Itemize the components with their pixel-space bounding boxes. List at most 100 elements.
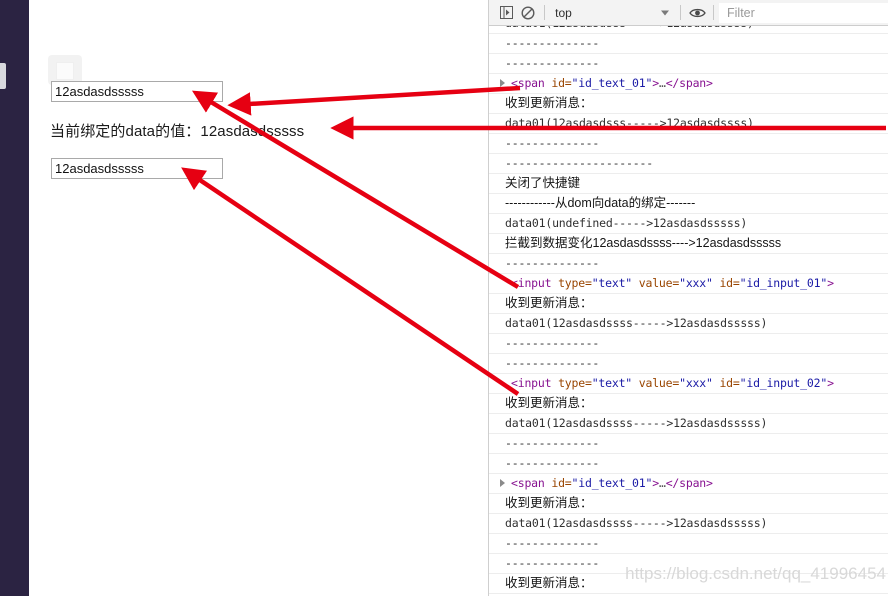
console-row-text: --------------	[505, 36, 600, 50]
execution-context-select[interactable]: top	[550, 3, 675, 23]
expand-triangle-icon[interactable]	[500, 479, 505, 487]
console-row-text: 收到更新消息：	[505, 396, 593, 410]
console-row-text: --------------	[505, 256, 600, 270]
console-row[interactable]: data01(12asdasdsss----->12asdasdssss)	[489, 26, 888, 34]
console-row[interactable]: --------------	[489, 354, 888, 374]
console-row-text: ----------------------	[505, 156, 653, 170]
console-row[interactable]: data01(12asdasdssss----->12asdasdsssss)	[489, 514, 888, 534]
dom-attr-value: "text"	[591, 276, 633, 290]
console-row[interactable]: --------------	[489, 554, 888, 574]
browser-left-rail	[0, 0, 29, 596]
dom-attr-value: "id_input_01"	[739, 276, 828, 290]
console-row[interactable]: ------------从dom向data的绑定-------	[489, 194, 888, 214]
dom-attr-value: "text"	[591, 376, 633, 390]
dom-attr-value: "id_text_01"	[571, 76, 653, 90]
console-row[interactable]: --------------	[489, 54, 888, 74]
console-row[interactable]: <span id="id_text_01">…</span>	[489, 74, 888, 94]
console-row[interactable]: 收到更新消息：	[489, 294, 888, 314]
toolbar-separator-2	[680, 5, 681, 20]
dom-attr-name: id=	[712, 376, 740, 390]
console-row[interactable]: --------------	[489, 334, 888, 354]
console-row-text: data01(12asdasdsss----->12asdasdssss)	[505, 26, 754, 30]
console-row-text: 收到更新消息：	[505, 576, 593, 590]
console-row-text: --------------	[505, 456, 600, 470]
console-row[interactable]: 收到更新消息：	[489, 394, 888, 414]
dom-attr-name: value=	[632, 276, 680, 290]
bound-input-top[interactable]	[51, 81, 223, 102]
dom-attr-value: "id_input_02"	[739, 376, 828, 390]
console-sidebar-icon[interactable]	[495, 1, 517, 25]
dom-tag-name: <input	[511, 376, 552, 390]
console-row[interactable]: data01(undefined----->12asdasdsssss)	[489, 214, 888, 234]
console-row-text: 收到更新消息：	[505, 96, 593, 110]
dom-collapsed-ellipsis: …	[658, 476, 666, 490]
console-row[interactable]: data01(12asdasdssss----->12asdasdsssss)	[489, 314, 888, 334]
console-row-text: data01(12asdasdssss----->12asdasdsssss)	[505, 516, 768, 530]
dom-attr-name: type=	[551, 276, 592, 290]
dom-attr-value: "xxx"	[679, 276, 713, 290]
dom-tag-end: </span>	[665, 476, 713, 490]
console-row[interactable]: --------------	[489, 434, 888, 454]
toolbar-separator-1	[544, 5, 546, 20]
dom-tag-end: </span>	[665, 76, 713, 90]
dom-attr-name: value=	[632, 376, 680, 390]
console-row[interactable]: --------------	[489, 454, 888, 474]
dom-tag-close-bracket: >	[652, 76, 659, 90]
console-row-text: 关闭了快捷键	[505, 176, 581, 190]
chevron-down-icon	[661, 10, 670, 15]
console-row-text: --------------	[505, 56, 600, 70]
dom-collapsed-ellipsis: …	[658, 76, 666, 90]
dom-tag-name: <input	[511, 276, 552, 290]
console-row-text: data01(12asdasdsss----->12asdasdssss)	[505, 116, 754, 130]
dom-tag-close-bracket: >	[827, 376, 834, 390]
console-row-text: ------------从dom向data的绑定-------	[505, 196, 696, 210]
dom-attr-name: id=	[544, 476, 572, 490]
console-row[interactable]: 收到更新消息：	[489, 574, 888, 594]
dom-tag-name: <span	[511, 476, 545, 490]
console-row[interactable]: 拦截到数据变化12asdasdssss---->12asdasdsssss	[489, 234, 888, 254]
execution-context-label: top	[555, 5, 572, 20]
clear-console-icon[interactable]	[517, 1, 539, 25]
console-row-text: --------------	[505, 336, 600, 350]
console-row[interactable]: --------------	[489, 534, 888, 554]
console-row-text: --------------	[505, 536, 600, 550]
console-row-text: --------------	[505, 556, 600, 570]
console-message-list[interactable]: data01(12asdasdsss----->12asdasdssss) ---…	[489, 26, 888, 596]
live-expression-eye-icon[interactable]	[686, 1, 708, 25]
dom-tag-name: <span	[511, 76, 545, 90]
console-row[interactable]: <input type="text" value="xxx" id="id_in…	[489, 374, 888, 394]
console-row[interactable]: data01(12asdasdssss----->12asdasdsssss)	[489, 414, 888, 434]
rail-tab-handle[interactable]	[0, 63, 6, 89]
console-row-text: --------------	[505, 136, 600, 150]
expand-triangle-icon[interactable]	[500, 79, 505, 87]
dom-tag-close-bracket: >	[827, 276, 834, 290]
console-row-text: --------------	[505, 436, 600, 450]
dom-attr-name: type=	[551, 376, 592, 390]
console-row-text: data01(12asdasdssss----->12asdasdsssss)	[505, 416, 768, 430]
console-row[interactable]: <input type="text" value="xxx" id="id_in…	[489, 274, 888, 294]
console-filter-input[interactable]	[719, 2, 888, 23]
console-row[interactable]: ----------------------	[489, 154, 888, 174]
console-row-text: --------------	[505, 356, 600, 370]
web-page-content: 当前绑定的data的值：12asdasdsssss	[29, 0, 488, 596]
console-row[interactable]: --------------	[489, 254, 888, 274]
dom-attr-name: id=	[712, 276, 740, 290]
console-row[interactable]: data01(12asdasdsss----->12asdasdssss)	[489, 114, 888, 134]
dom-attr-name: id=	[544, 76, 572, 90]
bound-input-bottom[interactable]	[51, 158, 223, 179]
console-row[interactable]: 收到更新消息：	[489, 494, 888, 514]
console-row[interactable]: --------------	[489, 134, 888, 154]
console-row[interactable]: --------------	[489, 34, 888, 54]
console-toolbar: top	[489, 0, 888, 26]
console-row-text: 收到更新消息：	[505, 296, 593, 310]
dom-attr-value: "xxx"	[679, 376, 713, 390]
console-row-text: data01(undefined----->12asdasdsssss)	[505, 216, 748, 230]
dom-attr-value: "id_text_01"	[571, 476, 653, 490]
console-row[interactable]: <span id="id_text_01">…</span>	[489, 474, 888, 494]
dom-tag-close-bracket: >	[652, 476, 659, 490]
console-row[interactable]: 收到更新消息：	[489, 94, 888, 114]
screenshot-root: 当前绑定的data的值：12asdasdsssss top	[0, 0, 888, 596]
console-row[interactable]: 关闭了快捷键	[489, 174, 888, 194]
toolbar-separator-3	[713, 5, 714, 20]
devtools-console-panel: top data01(12asdasdsss----->12asdasdssss…	[488, 0, 888, 596]
